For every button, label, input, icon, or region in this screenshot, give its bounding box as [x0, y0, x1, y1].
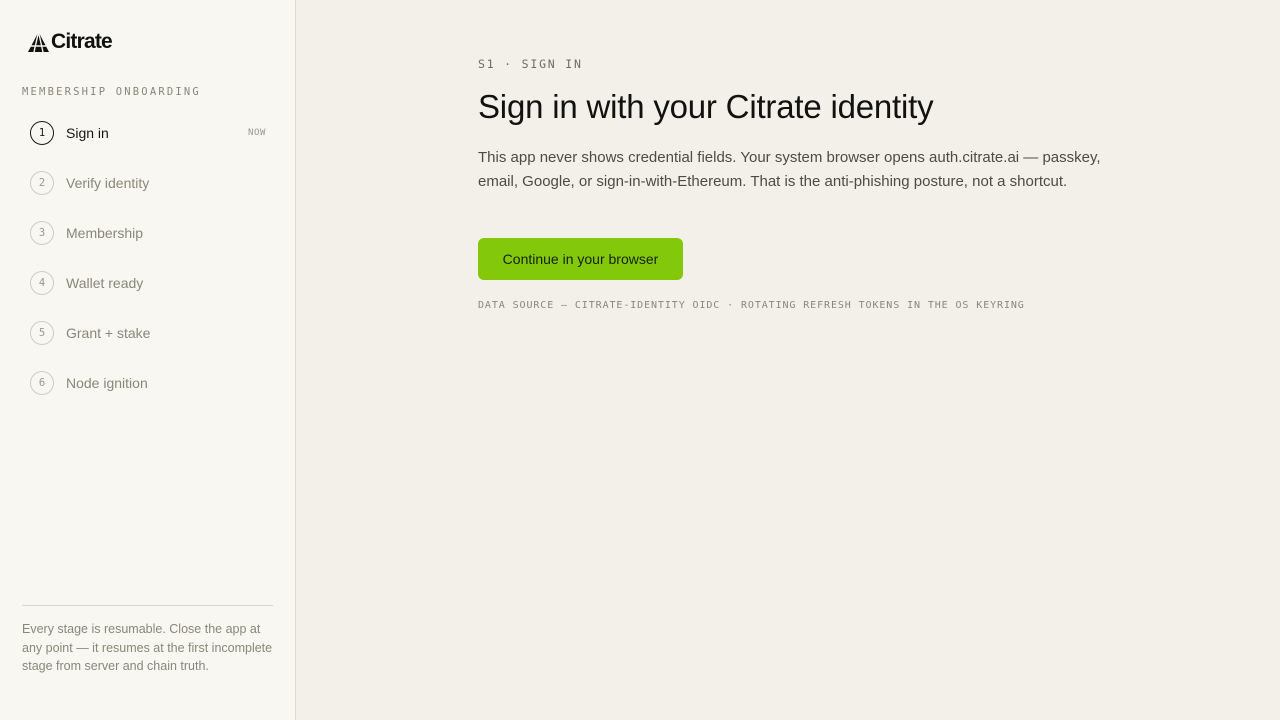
step-sign-in[interactable]: 1 Sign in NOW: [30, 121, 266, 171]
onboarding-steps: 1 Sign in NOW 2 Verify identity 3 Member…: [30, 121, 266, 421]
step-label: Wallet ready: [66, 275, 144, 291]
data-source-note: DATA SOURCE — CITRATE-IDENTITY OIDC · RO…: [478, 300, 1025, 311]
step-number: 5: [30, 321, 54, 345]
step-label: Grant + stake: [66, 325, 151, 341]
step-number: 1: [30, 121, 54, 145]
resumable-note: Every stage is resumable. Close the app …: [22, 622, 273, 673]
step-label: Verify identity: [66, 175, 150, 191]
sidebar: Citrate MEMBERSHIP ONBOARDING 1 Sign in …: [0, 0, 296, 720]
logo-text: Citrate: [51, 30, 113, 53]
sidebar-divider: [22, 605, 273, 606]
step-membership[interactable]: 3 Membership: [30, 221, 266, 271]
step-label: Membership: [66, 225, 144, 241]
step-number: 4: [30, 271, 54, 295]
logo: Citrate: [27, 30, 113, 54]
continue-in-browser-button[interactable]: Continue in your browser: [478, 238, 683, 280]
step-label: Sign in: [66, 125, 109, 141]
step-wallet-ready[interactable]: 4 Wallet ready: [30, 271, 266, 321]
step-grant-stake[interactable]: 5 Grant + stake: [30, 321, 266, 371]
step-number: 6: [30, 371, 54, 395]
step-now-badge: NOW: [247, 128, 266, 138]
step-node-ignition[interactable]: 6 Node ignition: [30, 371, 266, 421]
page-description: This app never shows credential fields. …: [478, 149, 1101, 190]
triangle-mark-icon: [28, 31, 49, 53]
step-verify-identity[interactable]: 2 Verify identity: [30, 171, 266, 221]
page-title: Sign in with your Citrate identity: [478, 88, 934, 125]
section-label: MEMBERSHIP ONBOARDING: [22, 86, 201, 98]
step-number: 3: [30, 221, 54, 245]
stage-eyebrow: S1 · SIGN IN: [478, 57, 583, 71]
step-number: 2: [30, 171, 54, 195]
step-label: Node ignition: [66, 375, 148, 391]
